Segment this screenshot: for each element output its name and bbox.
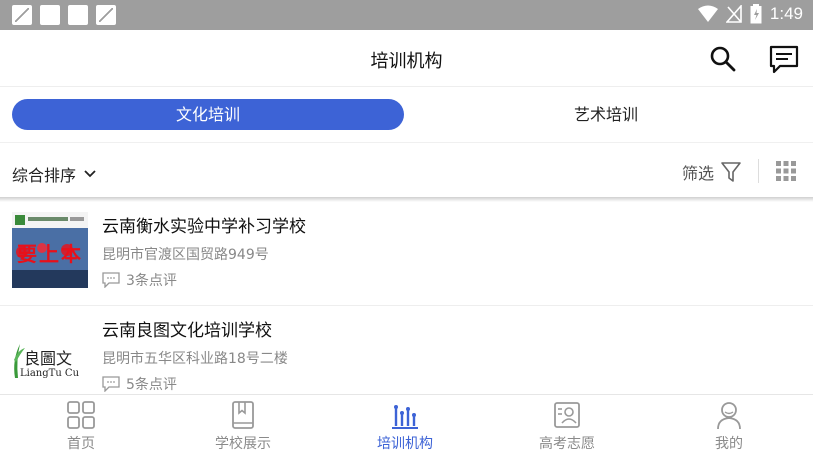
wifi-icon — [697, 5, 718, 22]
app-bar: 培训机构 — [0, 30, 813, 86]
category-tabs: 文化培训 艺术培训 — [0, 86, 813, 142]
school-list: 要上本 云南衡水实验中学补习学校 昆明市官渡区国贸路949号 3条点评 良圖文 … — [0, 202, 813, 394]
comment-icon — [102, 376, 120, 392]
nav-item-training[interactable]: 培训机构 — [324, 395, 486, 454]
message-icon[interactable] — [768, 44, 800, 74]
list-item[interactable]: 良圖文 LiangTu Cu 云南良图文化培训学校 昆明市五华区科业路18号二楼… — [0, 306, 813, 394]
book-icon — [232, 401, 254, 429]
chart-bars-icon — [392, 405, 418, 429]
thumbnail-banner-text: 要上本 — [17, 242, 83, 266]
school-address: 昆明市官渡区国贸路949号 — [102, 247, 269, 263]
person-icon — [717, 402, 741, 430]
filter-button[interactable]: 筛选 — [682, 160, 742, 184]
image-notification-icon — [96, 5, 116, 25]
image-notification-icon — [12, 5, 32, 25]
grid-icon — [67, 401, 95, 429]
funnel-icon — [721, 162, 741, 182]
page-title: 培训机构 — [370, 51, 443, 72]
thumbnail-logo-subtext: LiangTu Cu — [20, 368, 80, 379]
nav-label: 高考志愿 — [539, 436, 595, 452]
sort-label: 综合排序 — [12, 166, 77, 185]
battery-icon — [750, 4, 762, 24]
grid-view-icon[interactable] — [776, 161, 796, 181]
review-count: 5条点评 — [102, 374, 177, 394]
nav-label: 我的 — [715, 436, 743, 452]
bottom-nav: 首页 学校展示 培训机构 高考志愿 我的 — [0, 394, 813, 454]
status-bar: 1:49 — [0, 0, 813, 30]
tab-art-training[interactable]: 艺术培训 — [410, 99, 802, 130]
nav-item-home[interactable]: 首页 — [0, 395, 162, 454]
comment-icon — [102, 272, 120, 288]
chevron-down-icon — [84, 170, 96, 178]
school-thumbnail: 良圖文 LiangTu Cu — [12, 316, 88, 392]
profile-card-icon — [554, 402, 580, 428]
sort-dropdown[interactable]: 综合排序 — [12, 162, 96, 186]
school-thumbnail: 要上本 — [12, 212, 88, 288]
status-time: 1:49 — [769, 4, 803, 23]
no-signal-icon — [725, 5, 742, 23]
nav-item-mine[interactable]: 我的 — [648, 395, 810, 454]
school-address: 昆明市五华区科业路18号二楼 — [102, 351, 288, 367]
nav-label: 学校展示 — [215, 436, 271, 452]
notification-icon — [40, 5, 60, 25]
review-count-label: 3条点评 — [126, 273, 177, 289]
tab-culture-training[interactable]: 文化培训 — [12, 99, 404, 130]
filter-bar: 综合排序 筛选 — [0, 142, 813, 198]
search-icon[interactable] — [709, 45, 737, 73]
notification-icon — [68, 5, 88, 25]
nav-item-gaokao[interactable]: 高考志愿 — [486, 395, 648, 454]
nav-label: 培训机构 — [377, 436, 433, 452]
school-name: 云南衡水实验中学补习学校 — [102, 217, 306, 237]
filter-label: 筛选 — [682, 164, 715, 183]
nav-label: 首页 — [67, 436, 95, 452]
nav-item-schools[interactable]: 学校展示 — [162, 395, 324, 454]
review-count-label: 5条点评 — [126, 377, 177, 393]
thumbnail-logo-text: 良圖文 — [24, 349, 73, 368]
divider — [758, 159, 759, 183]
notification-icons — [12, 5, 116, 25]
school-name: 云南良图文化培训学校 — [102, 321, 272, 341]
review-count: 3条点评 — [102, 270, 177, 290]
list-item[interactable]: 要上本 云南衡水实验中学补习学校 昆明市官渡区国贸路949号 3条点评 — [0, 202, 813, 306]
